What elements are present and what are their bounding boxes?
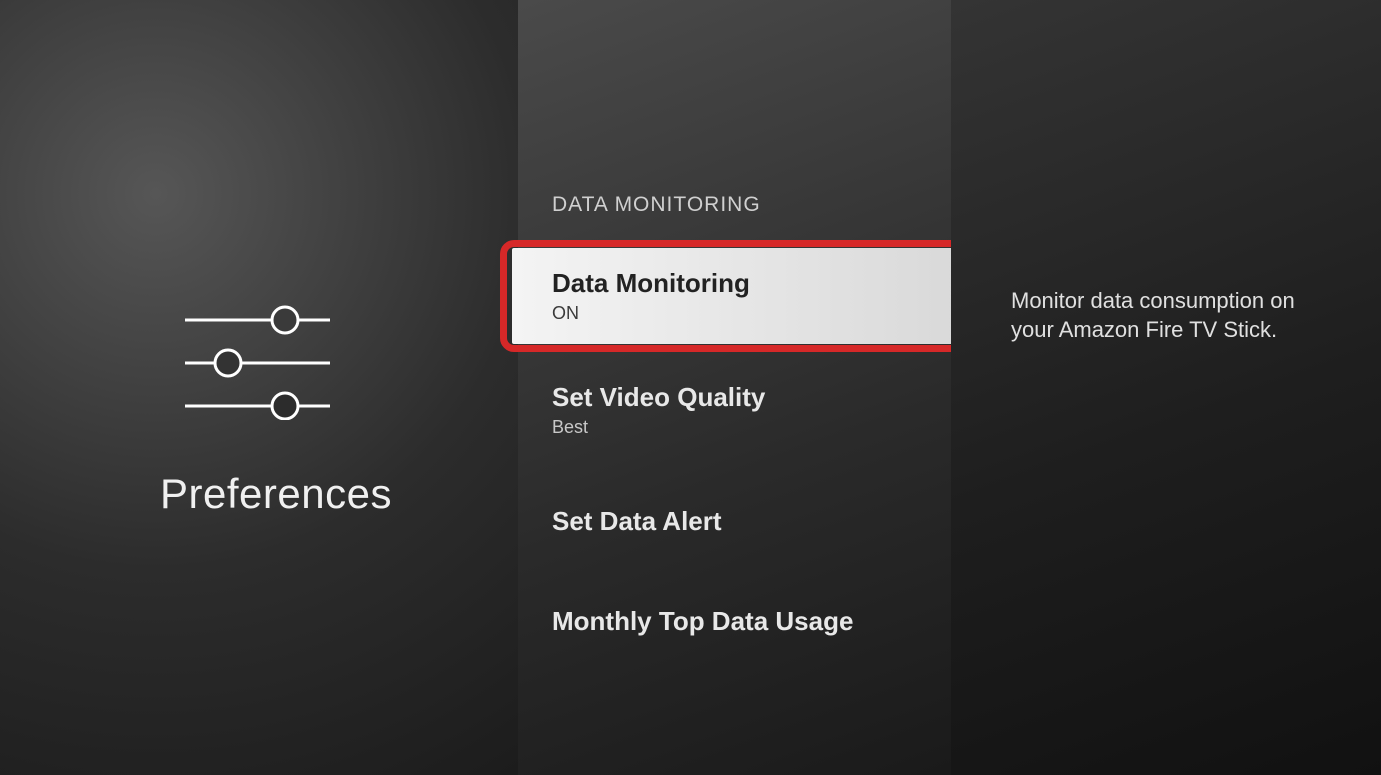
- menu-item-set-data-alert[interactable]: Set Data Alert: [518, 490, 951, 555]
- menu-item-label: Set Data Alert: [552, 506, 917, 537]
- menu-item-monthly-top-data-usage[interactable]: Monthly Top Data Usage: [518, 590, 951, 655]
- description-panel: Monitor data consumption on your Amazon …: [951, 0, 1381, 775]
- sliders-icon: [185, 300, 330, 420]
- menu-item-label: Data Monitoring: [552, 268, 917, 299]
- left-panel: Preferences: [0, 0, 518, 775]
- menu-item-data-monitoring[interactable]: Data Monitoring ON: [512, 248, 957, 344]
- item-description: Monitor data consumption on your Amazon …: [1011, 287, 1341, 344]
- menu-list: Data Monitoring ON Set Video Quality Bes…: [518, 248, 951, 655]
- menu-item-set-video-quality[interactable]: Set Video Quality Best: [518, 366, 951, 456]
- menu-item-label: Set Video Quality: [552, 382, 917, 413]
- section-header: DATA MONITORING: [552, 193, 761, 217]
- page-title: Preferences: [160, 470, 392, 518]
- menu-item-value: Best: [552, 417, 917, 438]
- menu-panel: DATA MONITORING Data Monitoring ON Set V…: [518, 0, 951, 775]
- menu-item-label: Monthly Top Data Usage: [552, 606, 917, 637]
- menu-item-value: ON: [552, 303, 917, 324]
